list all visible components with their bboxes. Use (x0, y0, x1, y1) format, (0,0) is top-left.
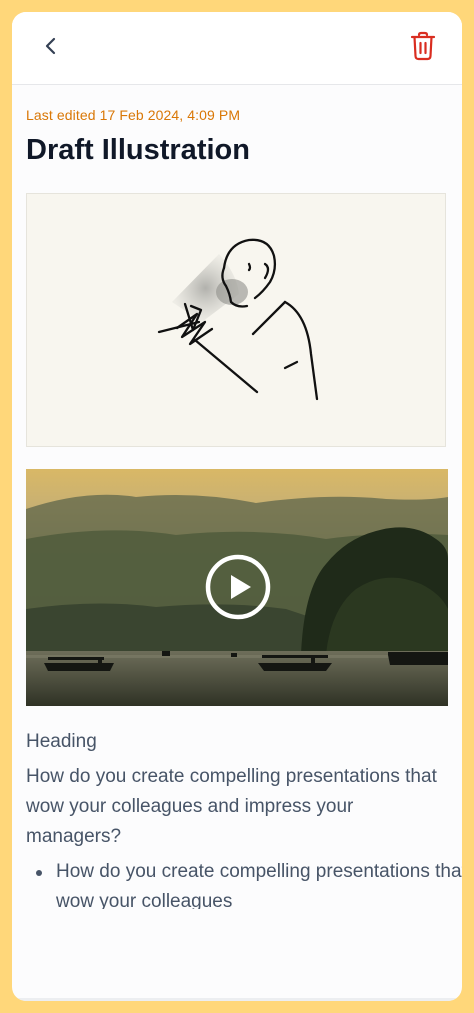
delete-button[interactable] (408, 30, 438, 62)
note-title: Draft Illustration (26, 134, 250, 166)
bullet-list: How do you create compelling presentatio… (26, 857, 462, 909)
top-bar (12, 12, 462, 85)
last-edited-timestamp: Last edited 17 Feb 2024, 4:09 PM (26, 107, 241, 123)
chevron-left-icon (45, 37, 56, 55)
bottom-divider (12, 998, 462, 1001)
drawing-image (26, 193, 446, 447)
trash-icon (410, 31, 436, 61)
content-heading: Heading (26, 731, 97, 752)
video-player[interactable] (26, 469, 448, 706)
bullet-item: How do you create compelling presentatio… (36, 857, 462, 909)
back-button[interactable] (36, 32, 66, 62)
play-icon (205, 554, 271, 620)
play-button[interactable] (204, 553, 272, 621)
content-paragraph: How do you create compelling presentatio… (26, 766, 437, 847)
app-screen: Last edited 17 Feb 2024, 4:09 PM Draft I… (12, 12, 462, 1001)
